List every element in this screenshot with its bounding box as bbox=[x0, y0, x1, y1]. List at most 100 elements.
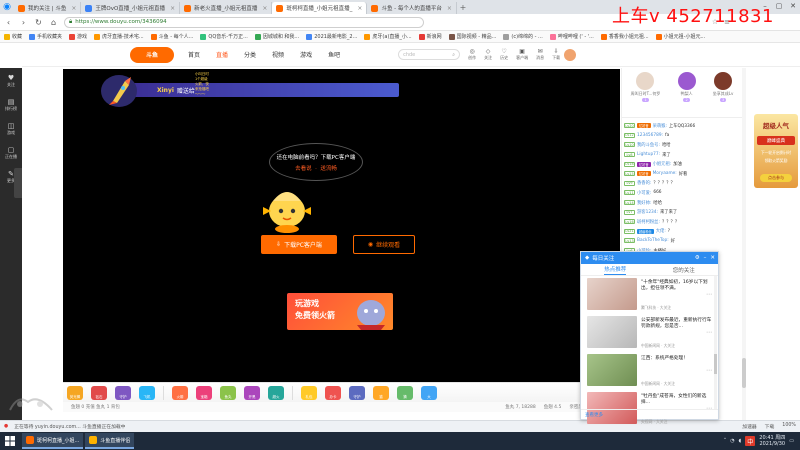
ad-cta-button[interactable]: 点击参与 bbox=[760, 174, 792, 182]
popup-tab[interactable]: 热点推荐 bbox=[604, 265, 627, 275]
browser-tab[interactable]: 斗鱼 - 每个人的直播平台 × bbox=[367, 2, 457, 14]
chat-nickname[interactable]: BackToTheTop: bbox=[637, 238, 669, 243]
video-player[interactable]: Xinyi 赠送给 小叫日时1个超级火箭，快来抢福吧～～～ 还在电脑前看吗？下载… bbox=[63, 69, 620, 382]
chat-nickname[interactable]: 我的斗鱼号: bbox=[637, 142, 660, 148]
top-rank-user[interactable]: 鸭梨人 2 bbox=[677, 72, 696, 102]
news-item[interactable]: "十余年"经典如初，16岁以下划出，担任领不满。 腾飞科技 · 大关注 ⋯ bbox=[587, 278, 712, 314]
bookmark-item[interactable]: 新浪网 bbox=[418, 33, 442, 40]
status-download[interactable]: 下载 bbox=[765, 423, 775, 430]
chat-nickname[interactable]: 香香的: bbox=[637, 180, 651, 186]
chat-nickname[interactable]: 小姐元祖: bbox=[653, 161, 672, 167]
home-icon[interactable]: ⌂ bbox=[49, 18, 58, 27]
sidebar-item[interactable]: ▤ 排行榜 bbox=[5, 98, 17, 112]
gift-item[interactable]: 猜 bbox=[397, 385, 413, 400]
gift-item[interactable]: 办卡 bbox=[325, 385, 341, 400]
chat-nickname[interactable]: Moryaame: bbox=[653, 171, 677, 176]
network-icon[interactable]: ◔ bbox=[730, 438, 734, 444]
notification-icon[interactable]: ▭ bbox=[789, 438, 794, 444]
tab-close-icon[interactable]: × bbox=[357, 5, 362, 12]
download-client-button[interactable]: ⇩ 下载PC客户端 bbox=[261, 235, 337, 254]
site-nav-item[interactable]: 直播 bbox=[216, 50, 228, 59]
chat-nickname[interactable]: 我好帅: bbox=[637, 200, 651, 206]
gift-item[interactable]: 荧光棒 bbox=[67, 385, 83, 400]
bookmark-item[interactable]: 斗鱼 - 每个人... bbox=[150, 33, 193, 40]
news-item[interactable]: 公安部新发布最近，重新执行行车罚款新规，您是否... 中国新闻网 · 大关注 ⋯ bbox=[587, 316, 712, 352]
popup-minimize-button[interactable]: – bbox=[704, 255, 707, 261]
bubble-link-2[interactable]: 送流畅 bbox=[320, 166, 337, 172]
view-more-link[interactable]: 查看更多 bbox=[585, 412, 603, 418]
site-nav-item[interactable]: 游戏 bbox=[300, 50, 312, 59]
tray-up-icon[interactable]: ˄ bbox=[724, 438, 727, 444]
bookmark-item[interactable]: 香香我小姐元祖... bbox=[600, 33, 649, 40]
news-more-icon[interactable]: ⋯ bbox=[706, 367, 712, 374]
browser-tab[interactable]: 我的关注 | 斗鱼 × bbox=[14, 2, 82, 14]
taskbar-app[interactable]: 斗鱼直播伴侣 bbox=[85, 433, 135, 449]
site-nav-item[interactable]: 鱼吧 bbox=[328, 50, 340, 59]
gift-item[interactable]: 超火 bbox=[268, 385, 284, 400]
gift-item[interactable]: 鱼丸 bbox=[220, 385, 236, 400]
browser-tab[interactable]: 新老火直播_小姐元祖直播 × bbox=[180, 2, 273, 14]
maximize-button[interactable]: ▢ bbox=[772, 0, 786, 12]
site-nav-item[interactable]: 首页 bbox=[188, 50, 200, 59]
chat-nickname[interactable]: 大佬: bbox=[656, 228, 666, 234]
site-search-input[interactable]: chde ⌕ bbox=[398, 49, 461, 60]
site-nav-item[interactable]: 分类 bbox=[244, 50, 256, 59]
header-action[interactable]: ◇ 关注 bbox=[484, 48, 492, 61]
chat-nickname[interactable]: 小可爱: bbox=[637, 190, 651, 196]
gift-item[interactable]: 礼包 bbox=[301, 385, 317, 400]
site-logo[interactable]: 斗鱼 bbox=[130, 46, 174, 63]
popup-scrollbar[interactable] bbox=[714, 276, 717, 410]
taskbar-app[interactable]: 斑柯柯直播_小姐... bbox=[22, 433, 84, 449]
search-icon[interactable]: ⌕ bbox=[452, 52, 455, 58]
tab-close-icon[interactable]: × bbox=[447, 5, 452, 12]
event-ad-card[interactable]: 超级人气 巅峰盛典 下一轮开启倒计时 领取火箭奖励 点击参与 bbox=[754, 114, 798, 188]
sidebar-item[interactable]: ♥ 关注 bbox=[7, 74, 15, 88]
header-action[interactable]: ◎ 创作 bbox=[468, 48, 476, 61]
popup-close-button[interactable]: ✕ bbox=[710, 255, 715, 261]
news-more-icon[interactable]: ⋯ bbox=[706, 329, 712, 336]
gift-item[interactable]: 守护 bbox=[349, 385, 365, 400]
tab-close-icon[interactable]: × bbox=[262, 5, 267, 12]
tab-close-icon[interactable]: × bbox=[71, 5, 76, 12]
status-accelerator[interactable]: 加速器 bbox=[742, 423, 756, 430]
volume-icon[interactable]: ◖ bbox=[739, 438, 742, 444]
sidebar-collapse-handle[interactable] bbox=[14, 168, 22, 198]
refresh-icon[interactable]: ↻ bbox=[34, 18, 43, 27]
tab-close-icon[interactable]: × bbox=[170, 5, 175, 12]
popup-tab[interactable]: 您的关注 bbox=[673, 266, 695, 274]
ime-indicator[interactable]: 中 bbox=[745, 436, 756, 446]
news-item[interactable]: 江西：系统严格处理！ 中国新闻网 · 大关注 ⋯ bbox=[587, 354, 712, 390]
bookmark-item[interactable]: QQ音乐-千万正... bbox=[200, 33, 248, 40]
chat-nickname[interactable]: 123456789: bbox=[637, 133, 663, 138]
gift-item[interactable]: 守护 bbox=[115, 385, 131, 400]
sidebar-item[interactable]: ▢ 正在播 bbox=[5, 146, 17, 160]
site-nav-item[interactable]: 视频 bbox=[272, 50, 284, 59]
gift-item[interactable]: 开黑 bbox=[244, 385, 260, 400]
back-button[interactable]: ‹ bbox=[4, 18, 13, 27]
bookmark-item[interactable]: 游戏 bbox=[69, 33, 87, 40]
new-tab-button[interactable]: + bbox=[457, 3, 469, 12]
bookmark-item[interactable]: 因城城和 和我... bbox=[254, 33, 299, 40]
gift-item[interactable]: 大 bbox=[421, 385, 437, 400]
top-rank-user[interactable]: 周叫日时T...何罗 1 bbox=[631, 72, 660, 102]
header-action[interactable]: ♡ 历史 bbox=[500, 48, 508, 61]
browser-tab[interactable]: 斑柯柯直播_小姐元祖直播_ × bbox=[272, 2, 368, 14]
gift-item[interactable]: 钻石 bbox=[91, 385, 107, 400]
header-action[interactable]: ✉ 消息 bbox=[536, 48, 544, 61]
gift-item[interactable]: 宝箱 bbox=[196, 385, 212, 400]
user-avatar[interactable] bbox=[564, 48, 577, 61]
close-window-button[interactable]: ✕ bbox=[786, 0, 800, 12]
bookmark-item[interactable]: 虎牙直播-技术宅... bbox=[94, 33, 144, 40]
forward-button[interactable]: › bbox=[19, 18, 28, 27]
top-rank-user[interactable]: 坐享其成Lv 3 bbox=[713, 72, 733, 102]
gift-item[interactable]: 猫 bbox=[373, 385, 389, 400]
bookmark-item[interactable]: 虎牙(a)直播_小... bbox=[364, 33, 412, 40]
status-zoom[interactable]: 100% bbox=[782, 423, 796, 430]
header-action[interactable]: ⇩ 下载 bbox=[552, 48, 560, 61]
popup-settings-icon[interactable]: ⚙ bbox=[695, 255, 700, 261]
browser-tab[interactable]: 王牌OvO直播_小姐元祖直播 × bbox=[81, 2, 181, 14]
clock[interactable]: 20:41 周四 2021/9/30 bbox=[759, 435, 785, 447]
bookmark-item[interactable]: 收藏 bbox=[4, 33, 22, 40]
bookmark-item[interactable]: (c)绵绵的 - ... bbox=[503, 33, 543, 40]
bookmark-item[interactable]: 国际视频 - 精品... bbox=[448, 33, 496, 40]
